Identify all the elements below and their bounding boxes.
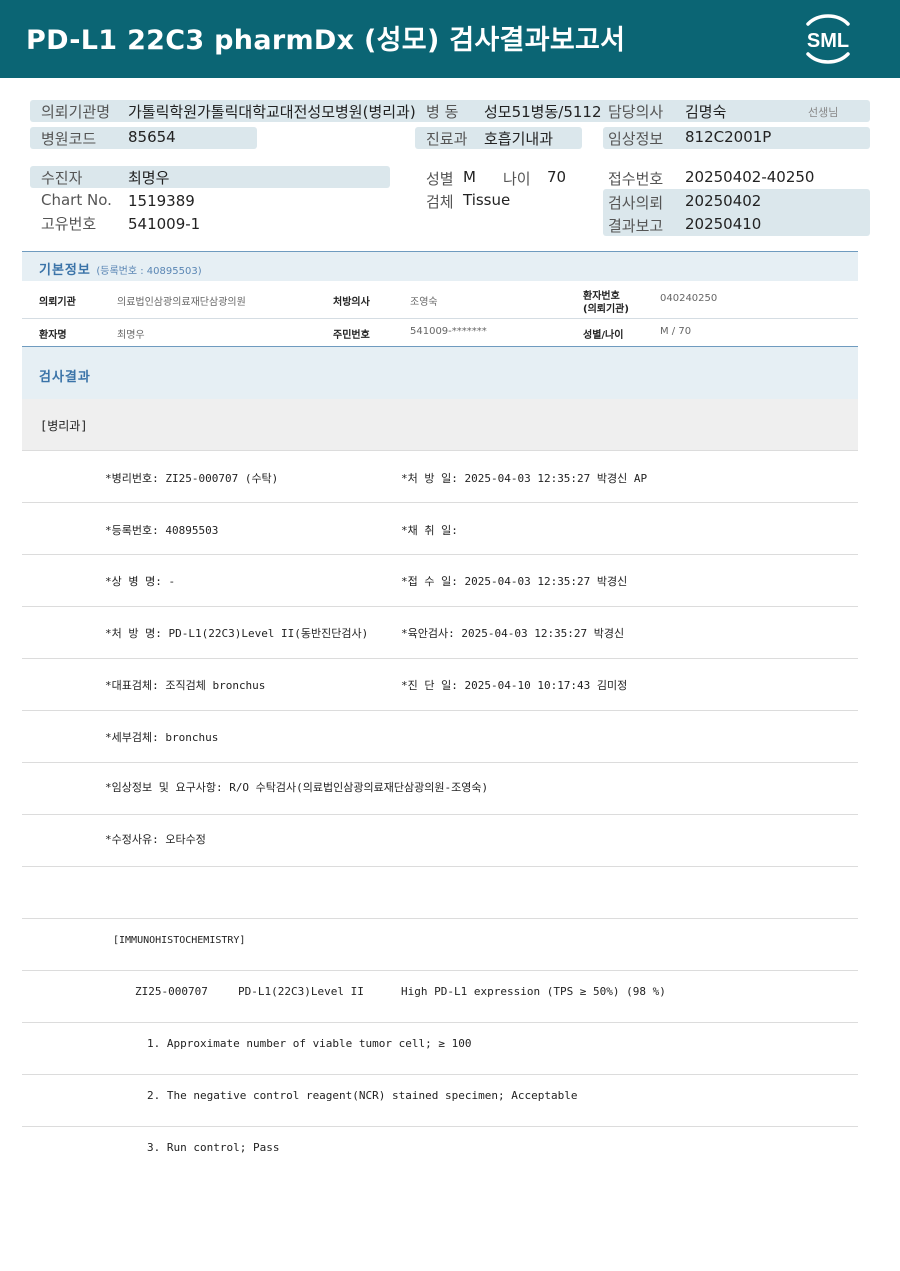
svg-text:SML: SML bbox=[807, 30, 849, 52]
results-title: 검사결과 bbox=[39, 370, 91, 385]
age-label: 나이 bbox=[503, 170, 531, 188]
dept-label: 진료과 bbox=[426, 130, 468, 148]
result-line: *수정사유: 오타수정 bbox=[22, 815, 858, 867]
doctor-label: 담당의사 bbox=[608, 103, 664, 121]
result-right: *진 단 일: 2025-04-10 10:17:43 김미정 bbox=[401, 679, 628, 692]
result-line: *등록번호: 40895503 *채 취 일: bbox=[22, 503, 858, 555]
ihc-test: PD-L1(22C3)Level II bbox=[238, 985, 364, 998]
doctor-suffix: 선생님 bbox=[808, 106, 839, 119]
result-left: *임상정보 및 요구사항: R/O 수탁검사(의료법인삼광의료재단삼광의원-조영… bbox=[105, 781, 489, 794]
dept-label-text: [병리과] bbox=[40, 419, 88, 433]
sex-age-value: M / 70 bbox=[660, 326, 692, 337]
result-left: *수정사유: 오타수정 bbox=[105, 833, 206, 846]
inst-value: 의료법인삼광의료재단삼광의원 bbox=[117, 297, 246, 308]
result-left: *세부검체: bronchus bbox=[105, 731, 219, 744]
age-value: 70 bbox=[547, 168, 567, 186]
prescriber-value: 조영숙 bbox=[410, 297, 438, 308]
ward-label: 병 동 bbox=[426, 103, 459, 121]
ihc-id: ZI25-000707 bbox=[135, 985, 208, 998]
result-left: *등록번호: 40895503 bbox=[105, 524, 219, 537]
basic-info-title: 기본정보 (등록번호 : 40895503) bbox=[39, 259, 202, 278]
ihc-note: 3. Run control; Pass bbox=[147, 1141, 280, 1154]
prescriber-label: 처방의사 bbox=[333, 297, 370, 308]
request-value: 20250402 bbox=[685, 192, 762, 210]
dept-value: 호흡기내과 bbox=[484, 130, 554, 148]
ihc-note: 2. The negative control reagent(NCR) sta… bbox=[147, 1089, 578, 1102]
result-right: *채 취 일: bbox=[401, 524, 458, 537]
patient-box bbox=[30, 166, 390, 188]
hospital-code-label: 병원코드 bbox=[41, 130, 97, 148]
sex-age-label: 성별/나이 bbox=[583, 330, 624, 341]
request-label: 검사의뢰 bbox=[608, 194, 664, 212]
ihc-note-row: 3. Run control; Pass bbox=[22, 1127, 858, 1179]
inst-label: 의뢰기관 bbox=[39, 297, 76, 308]
specimen-label: 검체 bbox=[426, 193, 454, 211]
result-left: *처 방 명: PD-L1(22C3)Level II(동반진단검사) bbox=[105, 627, 369, 640]
clinical-label: 임상정보 bbox=[608, 130, 664, 148]
result-line: *세부검체: bronchus bbox=[22, 711, 858, 763]
patient-no-label-2: (의뢰기관) bbox=[583, 304, 629, 315]
institution-label: 의뢰기관명 bbox=[41, 103, 111, 121]
ihc-result: High PD-L1 expression (TPS ≥ 50%) (98 %) bbox=[401, 985, 666, 998]
basic-info-reg-no: (등록번호 : 40895503) bbox=[96, 266, 202, 277]
name-label: 환자명 bbox=[39, 330, 67, 341]
result-left: *상 병 명: - bbox=[105, 575, 176, 588]
ihc-result-row: ZI25-000707 PD-L1(22C3)Level II High PD-… bbox=[22, 971, 858, 1023]
chart-value: 1519389 bbox=[128, 192, 195, 210]
result-line: *임상정보 및 요구사항: R/O 수탁검사(의료법인삼광의료재단삼광의원-조영… bbox=[22, 763, 858, 815]
result-line: *상 병 명: - *접 수 일: 2025-04-03 12:35:27 박경… bbox=[22, 555, 858, 607]
receipt-no-value: 20250402-40250 bbox=[685, 168, 815, 186]
ihc-header: [IMMUNOHISTOCHEMISTRY] bbox=[113, 935, 246, 946]
result-left: *병리번호: ZI25-000707 (수탁) bbox=[105, 472, 279, 485]
chart-label: Chart No. bbox=[41, 191, 112, 209]
institution-value: 가톨릭학원가톨릭대학교대전성모병원(병리과) bbox=[128, 103, 416, 121]
basic-info-row-2: 환자명 최명우 주민번호 541009-******* 성별/나이 M / 70 bbox=[22, 319, 858, 347]
ihc-note: 1. Approximate number of viable tumor ce… bbox=[147, 1037, 472, 1050]
report-header: PD-L1 22C3 pharmDx (성모) 검사결과보고서 SML bbox=[0, 0, 900, 78]
report-value: 20250410 bbox=[685, 215, 762, 233]
result-right: *처 방 일: 2025-04-03 12:35:27 박경신 AP bbox=[401, 472, 648, 485]
sex-label: 성별 bbox=[426, 170, 454, 188]
blank-row bbox=[22, 867, 858, 919]
basic-info-title-text: 기본정보 bbox=[39, 263, 91, 278]
result-left: *대표검체: 조직검체 bronchus bbox=[105, 679, 266, 692]
result-line: *대표검체: 조직검체 bronchus *진 단 일: 2025-04-10 … bbox=[22, 659, 858, 711]
patient-value: 최명우 bbox=[128, 169, 170, 187]
ihc-header-row: [IMMUNOHISTOCHEMISTRY] bbox=[22, 919, 858, 971]
rrn-value: 541009-******* bbox=[410, 326, 487, 337]
basic-info-row-1: 의뢰기관 의료법인삼광의료재단삼광의원 처방의사 조영숙 환자번호 (의뢰기관)… bbox=[22, 281, 858, 319]
result-line: *처 방 명: PD-L1(22C3)Level II(동반진단검사) *육안검… bbox=[22, 607, 858, 659]
unique-label: 고유번호 bbox=[41, 215, 97, 233]
basic-info-header: 기본정보 (등록번호 : 40895503) bbox=[22, 251, 858, 281]
sml-logo: SML bbox=[806, 14, 850, 64]
sex-value: M bbox=[463, 168, 476, 186]
receipt-no-label: 접수번호 bbox=[608, 170, 664, 188]
name-value: 최명우 bbox=[117, 330, 145, 341]
ihc-note-row: 2. The negative control reagent(NCR) sta… bbox=[22, 1075, 858, 1127]
result-line: *병리번호: ZI25-000707 (수탁) *처 방 일: 2025-04-… bbox=[22, 451, 858, 503]
patient-label: 수진자 bbox=[41, 169, 83, 187]
specimen-value: Tissue bbox=[463, 191, 511, 209]
ihc-note-row: 1. Approximate number of viable tumor ce… bbox=[22, 1023, 858, 1075]
clinical-value: 812C2001P bbox=[685, 128, 772, 146]
dept-row: [병리과] bbox=[22, 399, 858, 451]
result-right: *육안검사: 2025-04-03 12:35:27 박경신 bbox=[401, 627, 625, 640]
doctor-value: 김명숙 bbox=[685, 103, 727, 121]
report-label: 결과보고 bbox=[608, 217, 664, 235]
rrn-label: 주민번호 bbox=[333, 330, 370, 341]
patient-no-value: 040240250 bbox=[660, 293, 718, 304]
unique-value: 541009-1 bbox=[128, 215, 201, 233]
ward-value: 성모51병동/5112 bbox=[484, 103, 602, 121]
hospital-code-value: 85654 bbox=[128, 128, 176, 146]
report-title: PD-L1 22C3 pharmDx (성모) 검사결과보고서 bbox=[26, 25, 626, 56]
result-right: *접 수 일: 2025-04-03 12:35:27 박경신 bbox=[401, 575, 628, 588]
results-header: 검사결과 bbox=[22, 347, 858, 399]
